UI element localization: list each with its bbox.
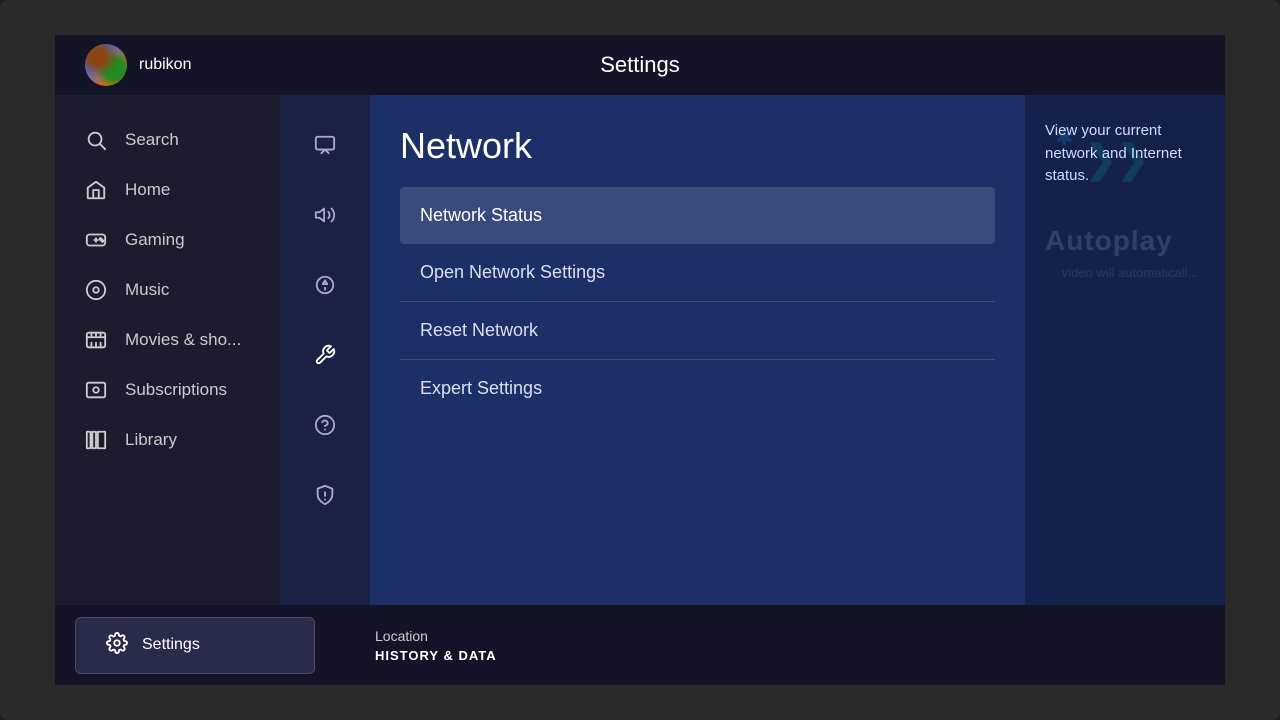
settings-label: Settings bbox=[142, 636, 200, 654]
screen: rubikon Settings Search Home Gaming bbox=[55, 35, 1225, 685]
network-menu-item-status[interactable]: Network Status bbox=[400, 187, 995, 244]
info-description: View your current network and Internet s… bbox=[1045, 120, 1205, 188]
bottom-section-items: Location HISTORY & DATA bbox=[375, 628, 497, 663]
network-menu-item-reset[interactable]: Reset Network bbox=[400, 302, 995, 360]
sidebar-item-label: Library bbox=[125, 430, 177, 450]
settings-panel: Network Network Status Open Network Sett… bbox=[280, 95, 1225, 605]
settings-icon-audio[interactable] bbox=[295, 185, 355, 245]
gaming-icon bbox=[85, 229, 107, 251]
network-title: Network bbox=[400, 125, 995, 167]
settings-icon-network[interactable] bbox=[295, 325, 355, 385]
settings-button[interactable]: Settings bbox=[75, 617, 315, 674]
music-icon bbox=[85, 279, 107, 301]
subscriptions-icon bbox=[85, 379, 107, 401]
settings-icon-sidebar bbox=[280, 95, 370, 605]
sidebar-item-gaming[interactable]: Gaming bbox=[55, 215, 285, 265]
network-menu: Network Status Open Network Settings Res… bbox=[400, 187, 995, 417]
avatar bbox=[85, 44, 127, 86]
network-panel: Network Network Status Open Network Sett… bbox=[370, 95, 1025, 605]
settings-icon-help[interactable] bbox=[295, 395, 355, 455]
sidebar-item-label: Search bbox=[125, 130, 179, 150]
sidebar-item-search[interactable]: Search bbox=[55, 115, 285, 165]
top-bar: rubikon Settings bbox=[55, 35, 1225, 95]
sidebar-item-library[interactable]: Library bbox=[55, 415, 285, 465]
settings-icon-privacy[interactable] bbox=[295, 465, 355, 525]
bottom-bar: Settings Location HISTORY & DATA bbox=[55, 605, 1225, 685]
sidebar-item-label: Home bbox=[125, 180, 170, 200]
sidebar-item-label: Subscriptions bbox=[125, 380, 227, 400]
search-icon bbox=[85, 129, 107, 151]
library-icon bbox=[85, 429, 107, 451]
network-menu-item-expert[interactable]: Expert Settings bbox=[400, 360, 995, 417]
home-icon bbox=[85, 179, 107, 201]
settings-icon-display[interactable] bbox=[295, 115, 355, 175]
page-title: Settings bbox=[600, 52, 680, 78]
settings-gear-icon bbox=[106, 632, 128, 659]
movies-icon bbox=[85, 329, 107, 351]
location-label: Location bbox=[375, 628, 497, 644]
sidebar-item-label: Gaming bbox=[125, 230, 185, 250]
network-menu-item-open[interactable]: Open Network Settings bbox=[400, 244, 995, 302]
username: rubikon bbox=[139, 56, 191, 74]
settings-icon-remote[interactable] bbox=[295, 255, 355, 315]
sidebar-item-home[interactable]: Home bbox=[55, 165, 285, 215]
left-nav: Search Home Gaming Music Movies & sho... bbox=[55, 95, 285, 605]
sidebar-item-label: Music bbox=[125, 280, 169, 300]
sidebar-item-music[interactable]: Music bbox=[55, 265, 285, 315]
sidebar-item-subscriptions[interactable]: Subscriptions bbox=[55, 365, 285, 415]
history-label: HISTORY & DATA bbox=[375, 648, 497, 663]
sidebar-item-movies[interactable]: Movies & sho... bbox=[55, 315, 285, 365]
sidebar-item-label: Movies & sho... bbox=[125, 330, 241, 350]
info-panel: View your current network and Internet s… bbox=[1025, 95, 1225, 605]
